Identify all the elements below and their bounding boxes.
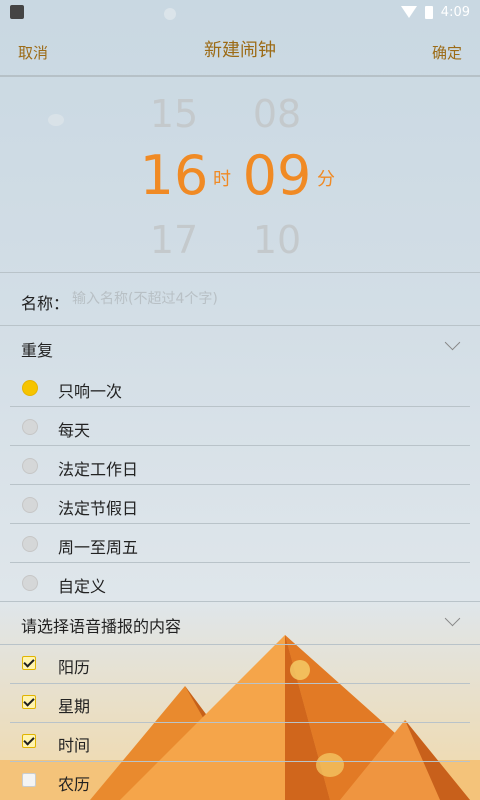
voice-header[interactable]: 请选择语音播报的内容 [0, 601, 480, 645]
repeat-option-daily[interactable]: 每天 [10, 407, 470, 446]
name-input[interactable] [66, 284, 458, 314]
repeat-header[interactable]: 重复 [0, 325, 480, 369]
minute-next[interactable]: 10 [237, 218, 317, 262]
chevron-down-icon[interactable] [444, 334, 461, 351]
radio-icon[interactable] [22, 458, 38, 474]
option-label: 每天 [58, 421, 91, 440]
option-label: 法定工作日 [58, 460, 139, 479]
radio-icon[interactable] [22, 497, 38, 513]
hour-next[interactable]: 17 [134, 218, 214, 262]
time-picker[interactable]: 15 16 17 时 08 09 10 分 [0, 78, 480, 272]
repeat-option-holiday[interactable]: 法定节假日 [10, 485, 470, 524]
option-label: 自定义 [58, 577, 107, 596]
radio-selected-icon[interactable] [22, 380, 38, 396]
status-bar: 4:09 [0, 0, 480, 24]
repeat-title: 重复 [21, 341, 54, 360]
repeat-option-once[interactable]: 只响一次 [10, 368, 470, 407]
option-label: 法定节假日 [58, 499, 139, 518]
app-notification-icon [10, 5, 24, 19]
status-right: 4:09 [400, 4, 470, 20]
hour-prev[interactable]: 15 [134, 92, 214, 136]
battery-icon [424, 5, 433, 19]
repeat-option-custom[interactable]: 自定义 [10, 563, 470, 602]
minute-prev[interactable]: 08 [237, 92, 317, 136]
radio-icon[interactable] [22, 419, 38, 435]
repeat-option-workday[interactable]: 法定工作日 [10, 446, 470, 485]
option-label: 农历 [58, 775, 91, 794]
option-label: 星期 [58, 697, 91, 716]
checkbox-checked-icon[interactable] [22, 734, 36, 748]
voice-option-solar[interactable]: 阳历 [10, 644, 470, 683]
voice-title: 请选择语音播报的内容 [21, 617, 182, 636]
hour-unit: 时 [213, 169, 231, 190]
name-label: 名称： [21, 294, 70, 313]
hour-selected[interactable]: 16 [134, 144, 214, 207]
option-label: 阳历 [58, 658, 91, 677]
title-bar: 取消 新建闹钟 确定 [0, 24, 480, 77]
status-time: 4:09 [440, 4, 470, 20]
name-row: 名称： [0, 272, 480, 325]
wifi-icon [400, 6, 417, 18]
voice-option-lunar[interactable]: 农历 [10, 761, 470, 800]
minute-unit: 分 [317, 169, 335, 190]
option-label: 只响一次 [58, 382, 123, 401]
option-label: 时间 [58, 736, 91, 755]
option-label: 周一至周五 [58, 538, 139, 557]
checkbox-checked-icon[interactable] [22, 695, 36, 709]
minute-selected[interactable]: 09 [237, 144, 317, 207]
voice-option-time[interactable]: 时间 [10, 722, 470, 761]
repeat-option-weekdays[interactable]: 周一至周五 [10, 524, 470, 563]
page-title: 新建闹钟 [204, 40, 276, 61]
checkbox-checked-icon[interactable] [22, 656, 36, 670]
chevron-down-icon[interactable] [444, 610, 461, 627]
radio-icon[interactable] [22, 536, 38, 552]
radio-icon[interactable] [22, 575, 38, 591]
checkbox-icon[interactable] [22, 773, 36, 787]
confirm-button[interactable]: 确定 [432, 42, 462, 63]
voice-option-weekday[interactable]: 星期 [10, 683, 470, 722]
